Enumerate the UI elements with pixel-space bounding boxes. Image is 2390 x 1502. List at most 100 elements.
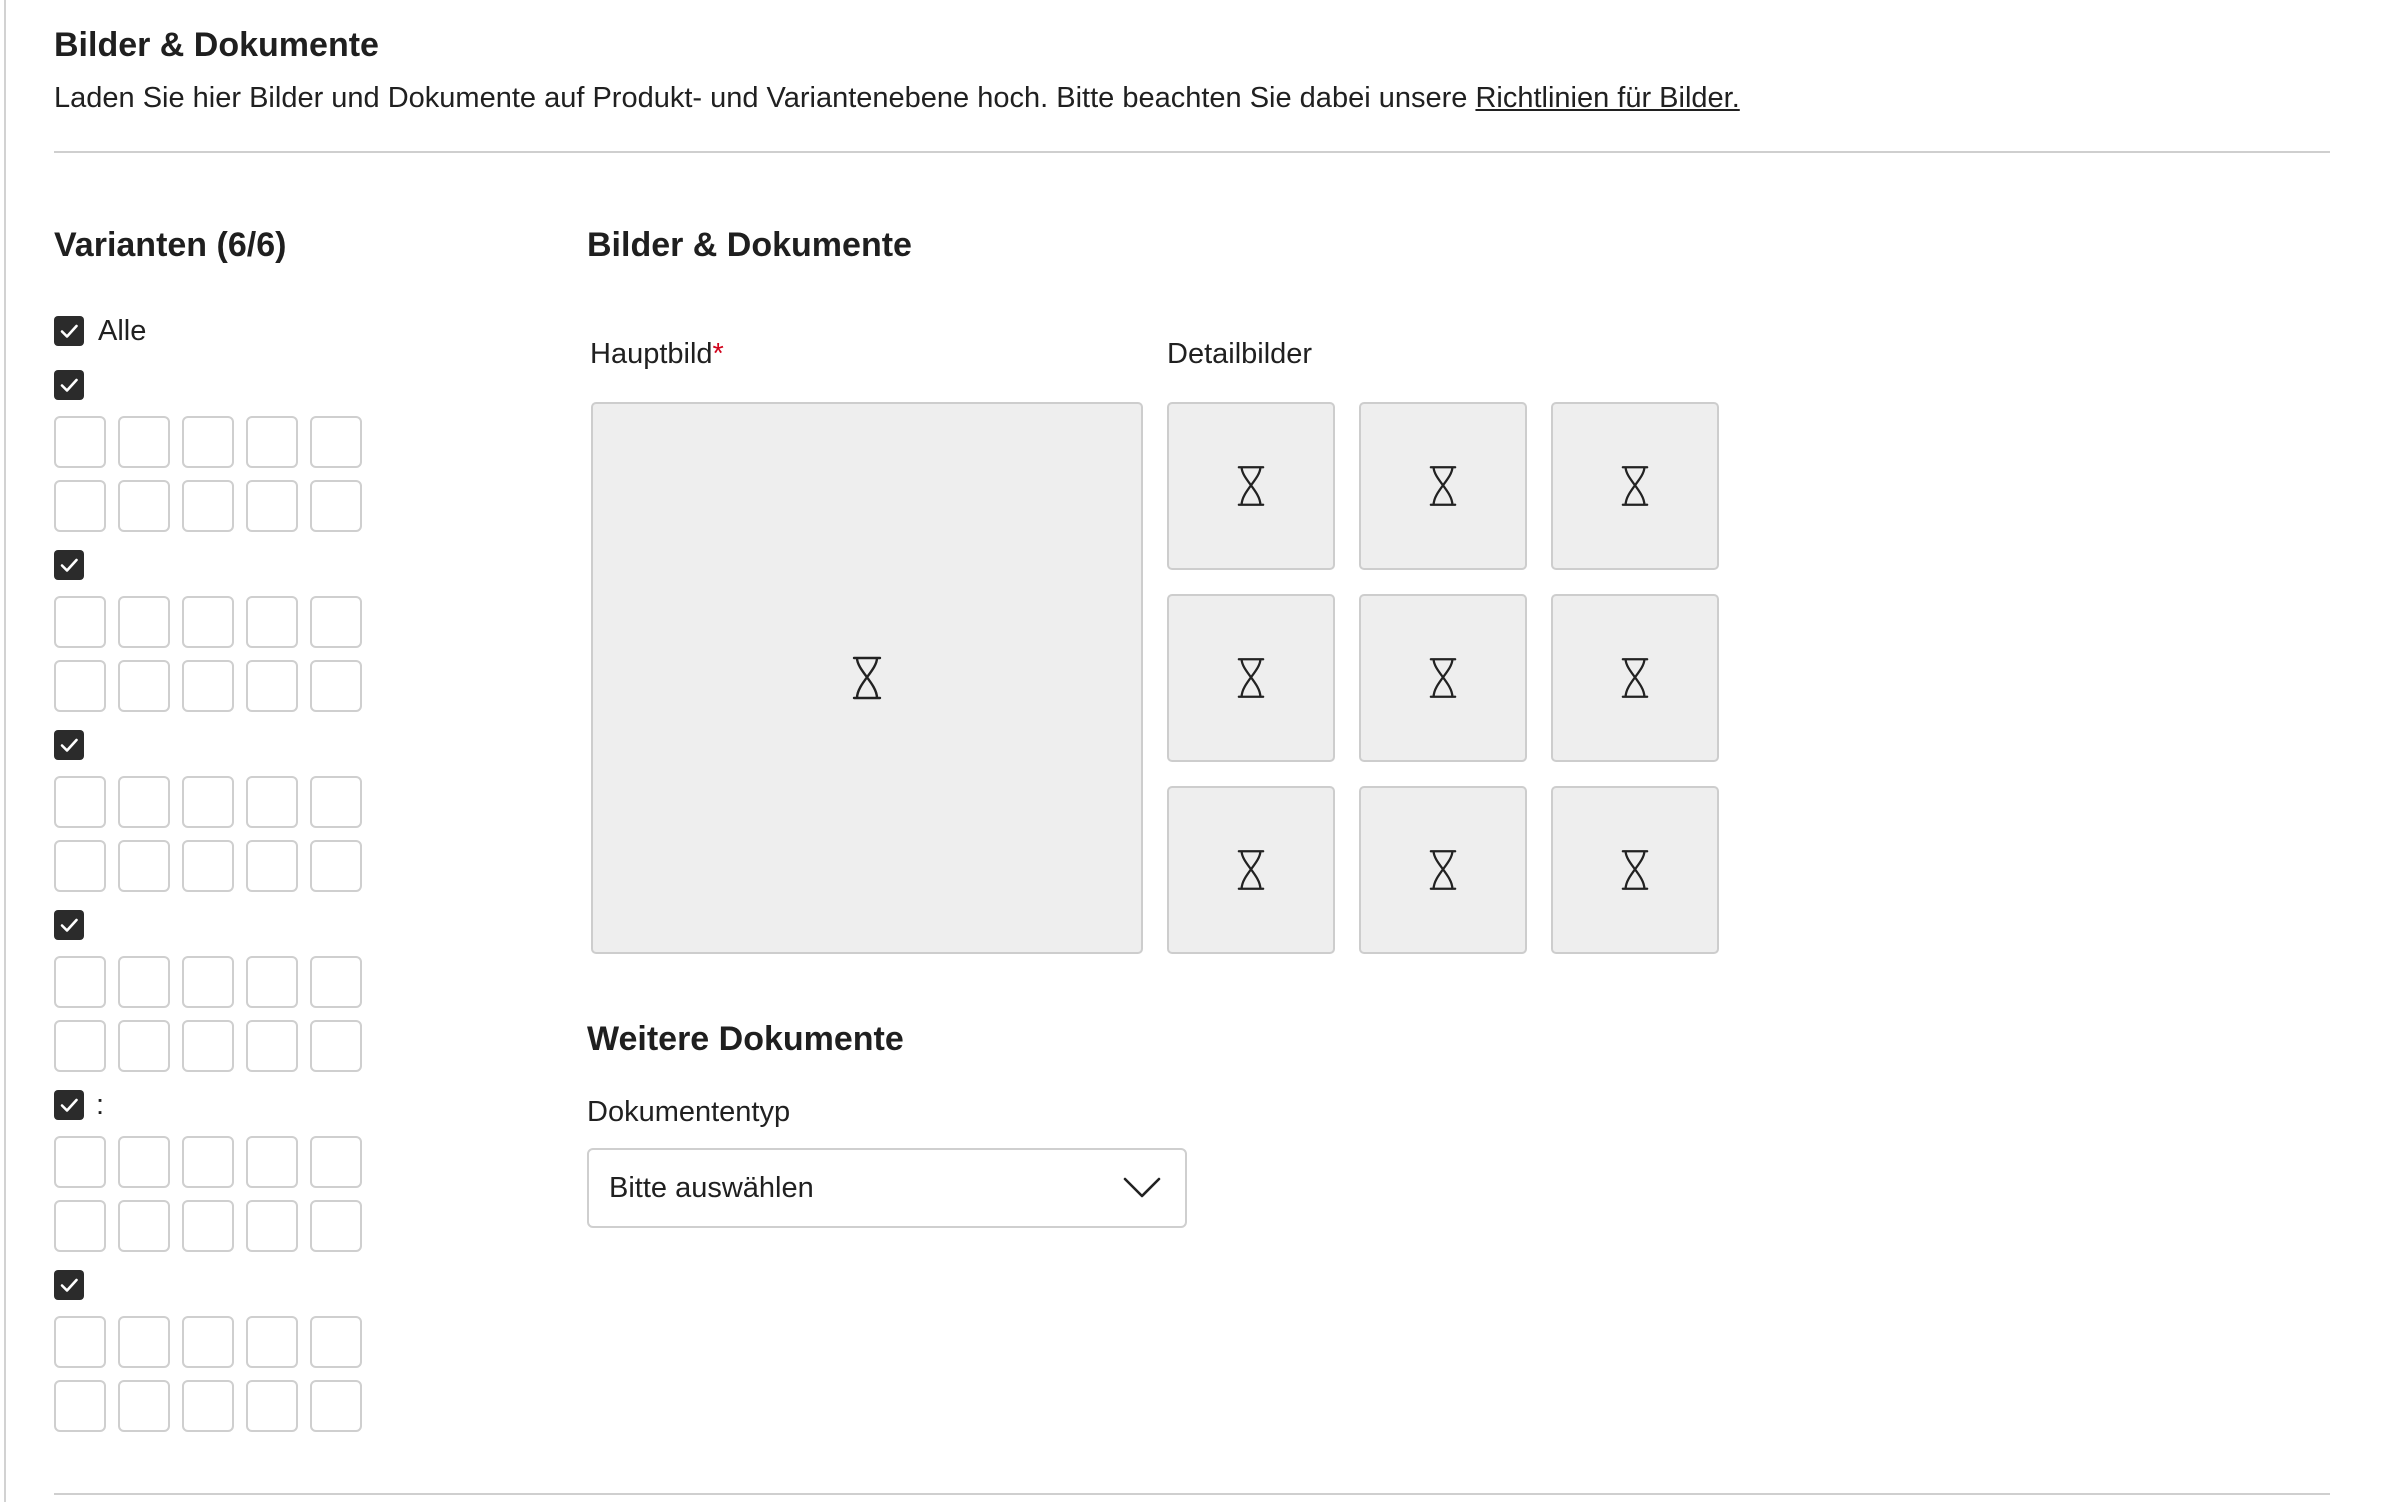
variant-image-slot[interactable]: [246, 1200, 298, 1252]
variant-image-slot[interactable]: [118, 1380, 170, 1432]
detail-image-upload[interactable]: [1167, 402, 1335, 570]
variant-image-slot[interactable]: [246, 956, 298, 1008]
variant-image-slot[interactable]: [246, 480, 298, 532]
variant-image-slot[interactable]: [118, 660, 170, 712]
hourglass-icon: [1237, 850, 1265, 890]
variant-image-slot[interactable]: [182, 416, 234, 468]
variant-checkbox[interactable]: [54, 550, 84, 580]
variant-image-slot[interactable]: [54, 1020, 106, 1072]
bottom-divider: [54, 1493, 2330, 1495]
section-description: Laden Sie hier Bilder und Dokumente auf …: [54, 82, 1740, 115]
variant-image-slot[interactable]: [118, 1200, 170, 1252]
variant-image-slot[interactable]: [54, 1380, 106, 1432]
variant-image-slot[interactable]: [310, 480, 362, 532]
documents-title: Weitere Dokumente: [587, 1020, 904, 1058]
detail-image-upload[interactable]: [1359, 402, 1527, 570]
variant-image-slot[interactable]: [54, 776, 106, 828]
variant-image-slot[interactable]: [182, 1200, 234, 1252]
variant-image-slot[interactable]: [118, 840, 170, 892]
image-guidelines-link[interactable]: Richtlinien für Bilder.: [1475, 82, 1739, 114]
main-image-label: Hauptbild*: [590, 338, 724, 371]
detail-image-upload[interactable]: [1167, 786, 1335, 954]
variant-image-slot[interactable]: [310, 840, 362, 892]
variant-image-slot[interactable]: [182, 480, 234, 532]
chevron-down-icon: [1123, 1177, 1161, 1198]
select-all-checkbox[interactable]: [54, 316, 84, 346]
hourglass-icon: [1429, 850, 1457, 890]
variant-image-slot[interactable]: [182, 956, 234, 1008]
section-title: Bilder & Dokumente: [54, 26, 379, 64]
main-image-label-text: Hauptbild: [590, 338, 713, 370]
hourglass-icon: [1621, 466, 1649, 506]
variant-image-slot[interactable]: [182, 1316, 234, 1368]
detail-image-upload[interactable]: [1551, 786, 1719, 954]
variant-image-slot[interactable]: [54, 840, 106, 892]
document-type-select[interactable]: Bitte auswählen: [587, 1148, 1187, 1228]
variant-image-slot[interactable]: [54, 480, 106, 532]
variant-image-slot[interactable]: [246, 1020, 298, 1072]
variant-image-slot[interactable]: [246, 416, 298, 468]
detail-image-upload[interactable]: [1551, 402, 1719, 570]
variant-image-slot[interactable]: [54, 596, 106, 648]
hourglass-icon: [1429, 658, 1457, 698]
variant-image-slot[interactable]: [246, 1136, 298, 1188]
variant-image-slot[interactable]: [182, 776, 234, 828]
variant-image-slot[interactable]: [310, 1316, 362, 1368]
hourglass-icon: [1621, 658, 1649, 698]
variant-image-slot[interactable]: [54, 1200, 106, 1252]
variant-image-slot[interactable]: [118, 1136, 170, 1188]
variant-image-slot[interactable]: [246, 1316, 298, 1368]
variant-image-slot[interactable]: [182, 596, 234, 648]
variant-image-slot[interactable]: [54, 1136, 106, 1188]
variant-checkbox[interactable]: [54, 1090, 84, 1120]
variant-image-slot[interactable]: [246, 840, 298, 892]
variant-image-slot[interactable]: [118, 1316, 170, 1368]
variant-image-slot[interactable]: [310, 660, 362, 712]
variant-image-slot[interactable]: [54, 660, 106, 712]
variant-image-slot[interactable]: [118, 596, 170, 648]
variant-label: :: [96, 1089, 105, 1121]
variant-image-slot[interactable]: [182, 1380, 234, 1432]
variant-checkbox[interactable]: [54, 910, 84, 940]
variant-image-slot[interactable]: [54, 956, 106, 1008]
variant-image-slot[interactable]: [182, 1020, 234, 1072]
variant-checkbox[interactable]: [54, 730, 84, 760]
variant-image-slot[interactable]: [310, 416, 362, 468]
hourglass-icon: [1237, 466, 1265, 506]
variant-image-slot[interactable]: [182, 660, 234, 712]
variant-image-slot[interactable]: [310, 596, 362, 648]
page-border: [4, 0, 6, 1502]
variant-image-slot[interactable]: [310, 1380, 362, 1432]
detail-images-label: Detailbilder: [1167, 338, 1313, 370]
variant-image-slot[interactable]: [246, 660, 298, 712]
variant-image-slot[interactable]: [118, 776, 170, 828]
variant-image-slot[interactable]: [118, 480, 170, 532]
main-image-upload[interactable]: [591, 402, 1143, 954]
variant-image-slot[interactable]: [182, 840, 234, 892]
top-divider: [54, 151, 2330, 153]
variant-image-slot[interactable]: [118, 956, 170, 1008]
variant-image-slot[interactable]: [118, 1020, 170, 1072]
variant-image-slot[interactable]: [246, 1380, 298, 1432]
detail-image-upload[interactable]: [1359, 594, 1527, 762]
variant-image-slot[interactable]: [310, 1136, 362, 1188]
variant-image-slot[interactable]: [310, 956, 362, 1008]
variant-image-slot[interactable]: [310, 1200, 362, 1252]
detail-image-upload[interactable]: [1551, 594, 1719, 762]
variant-image-slot[interactable]: [310, 1020, 362, 1072]
variant-image-slot[interactable]: [182, 1136, 234, 1188]
hourglass-icon: [852, 656, 882, 700]
detail-image-upload[interactable]: [1359, 786, 1527, 954]
variants-title: Varianten (6/6): [54, 226, 287, 264]
variant-image-slot[interactable]: [54, 1316, 106, 1368]
variant-checkbox[interactable]: [54, 370, 84, 400]
variant-image-slot[interactable]: [246, 596, 298, 648]
detail-image-upload[interactable]: [1167, 594, 1335, 762]
variant-checkbox[interactable]: [54, 1270, 84, 1300]
variant-image-slot[interactable]: [118, 416, 170, 468]
hourglass-icon: [1237, 658, 1265, 698]
variant-image-slot[interactable]: [54, 416, 106, 468]
variant-image-slot[interactable]: [246, 776, 298, 828]
required-marker: *: [712, 338, 724, 370]
variant-image-slot[interactable]: [310, 776, 362, 828]
